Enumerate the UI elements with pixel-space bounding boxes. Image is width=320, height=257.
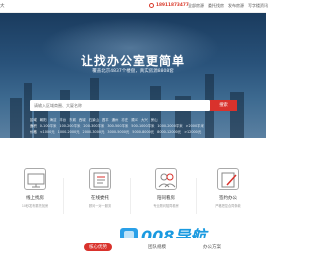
building	[230, 92, 244, 138]
filter-option[interactable]: 丰台	[59, 117, 66, 122]
filter-option[interactable]: 5000-8000元	[132, 129, 154, 134]
service-commission[interactable]: 在线委托 顾问一对一服务	[78, 168, 122, 208]
filter-option[interactable]: 通州	[112, 117, 119, 122]
hero-title: 让找办公室更简单	[80, 54, 185, 68]
nav-item-news[interactable]: 写字楼资讯	[248, 3, 268, 9]
divider	[63, 178, 64, 214]
hero-banner: 让找办公室更简单 覆盖北京4837个楼盘，真实房源8808套 搜索 区域 朝阳 …	[0, 13, 266, 138]
filter-label: 面积	[30, 124, 37, 128]
search-input[interactable]	[30, 100, 210, 111]
filter-option[interactable]: 100-200平米	[59, 123, 80, 128]
filter-option[interactable]: 东城	[69, 117, 76, 122]
service-desc: 严格把控合同条款	[215, 204, 241, 208]
service-title: 在线委托	[91, 196, 109, 201]
filter-option[interactable]: 西城	[79, 117, 86, 122]
logo[interactable]: 大	[0, 3, 5, 9]
service-online-search[interactable]: 线上找房 10秒发布委托找房	[13, 168, 57, 208]
service-title: 线上找房	[26, 196, 44, 201]
nav-item-commission[interactable]: 委托找房	[208, 3, 224, 9]
service-accompany[interactable]: 陪同看房 专业顾问陪同看房	[144, 168, 188, 208]
main-nav: 全部房源 委托找房 发布房源 写字楼资讯	[188, 3, 268, 9]
filter-option[interactable]: 朝阳	[40, 117, 47, 122]
filter-option[interactable]: 500-1000平米	[131, 123, 154, 128]
filter-option[interactable]: 3000-5000元	[107, 129, 129, 134]
filter-row-area: 面积 0-100平米 100-200平米 200-300平米 300-500平米…	[30, 123, 204, 128]
monitor-icon	[24, 168, 46, 190]
nav-item-all[interactable]: 全部房源	[188, 3, 204, 9]
tab-team-size[interactable]: 团队规模	[148, 244, 166, 250]
filter-option[interactable]: <1000元	[40, 129, 55, 134]
search-button[interactable]: 搜索	[210, 100, 237, 111]
filter-option[interactable]: 大兴	[141, 117, 148, 122]
filter-option[interactable]: >12000元	[184, 129, 201, 134]
filter-label: 价格	[30, 130, 37, 134]
filter-option[interactable]: 房山	[151, 117, 158, 122]
hero-subtitle: 覆盖北京4837个楼盘，真实房源8808套	[92, 69, 174, 74]
filter-option[interactable]: >2000平米	[186, 123, 204, 128]
filter-label: 区域	[30, 118, 37, 122]
divider	[196, 178, 197, 214]
filter-option[interactable]: 0-100平米	[40, 123, 57, 128]
filter-option[interactable]: 2000-3000元	[83, 129, 105, 134]
filter-option[interactable]: 昌平	[102, 117, 109, 122]
service-title: 签约办公	[219, 196, 237, 201]
service-sign[interactable]: 签约办公 严格把控合同条款	[206, 168, 250, 208]
filter-row-price: 价格 <1000元 1000-2000元 2000-3000元 3000-500…	[30, 129, 201, 134]
pen-icon	[217, 168, 239, 190]
service-desc: 专业顾问陪同看房	[153, 204, 179, 208]
filter-option[interactable]: 1000-2000平米	[157, 123, 182, 128]
phone-number: 18911873477	[149, 3, 189, 8]
people-icon	[155, 168, 177, 190]
filter-row-region: 区域 朝阳 海淀 丰台 东城 西城 石景山 昌平 通州 亦庄 顺义 大兴 房山	[30, 117, 158, 122]
phone-icon	[149, 3, 154, 8]
filter-option[interactable]: 1000-2000元	[58, 129, 80, 134]
tab-core-advantage[interactable]: 核心优势	[84, 243, 112, 251]
phone-text: 18911873477	[156, 3, 189, 8]
divider	[130, 178, 131, 214]
service-desc: 顾问一对一服务	[88, 204, 112, 208]
service-title: 陪同看房	[157, 196, 175, 201]
nav-item-publish[interactable]: 发布房源	[228, 3, 244, 9]
filter-option[interactable]: 顺义	[131, 117, 138, 122]
bottom-tabs: 核心优势 团队规模 办公方案	[0, 238, 266, 257]
tab-office-plan[interactable]: 办公方案	[203, 244, 221, 250]
filter-option[interactable]: 石景山	[89, 117, 99, 122]
filter-option[interactable]: 300-500平米	[107, 123, 128, 128]
service-desc: 10秒发布委托找房	[21, 204, 49, 208]
list-icon	[89, 168, 111, 190]
top-bar: 大 18911873477 全部房源 委托找房 发布房源 写字楼资讯	[0, 0, 268, 13]
filter-option[interactable]: 8000-12000元	[157, 129, 181, 134]
filter-option[interactable]: 海淀	[50, 117, 57, 122]
filter-option[interactable]: 200-300平米	[83, 123, 104, 128]
building	[10, 98, 22, 138]
filter-option[interactable]: 亦庄	[121, 117, 128, 122]
